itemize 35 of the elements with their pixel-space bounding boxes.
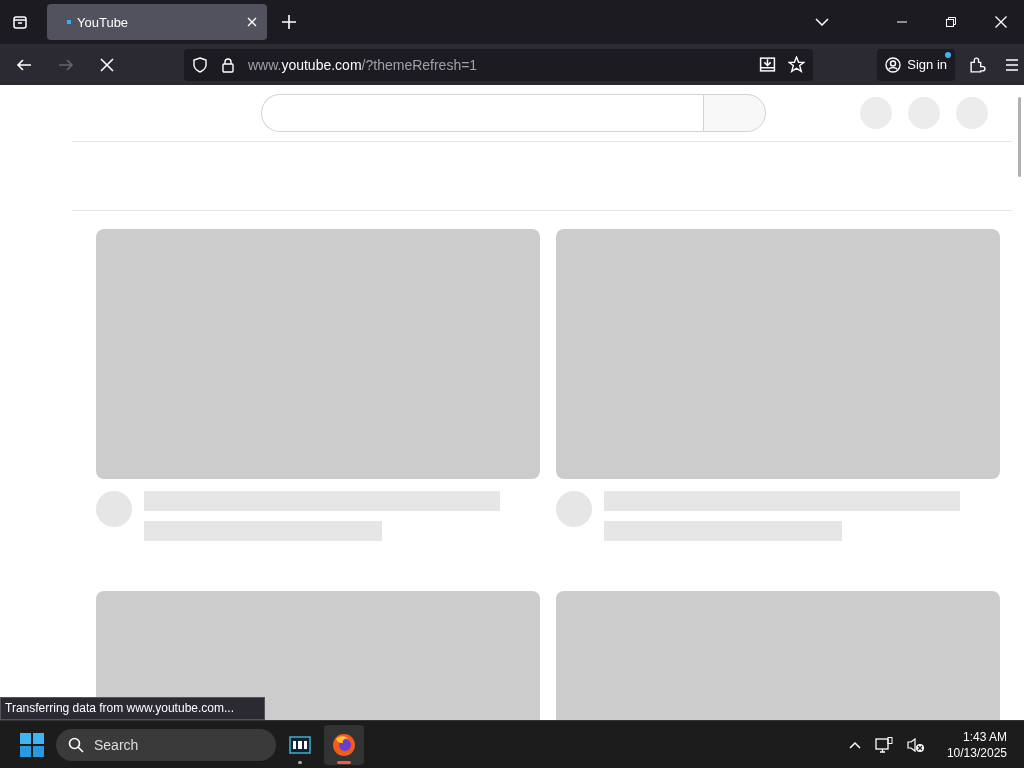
clock-date[interactable]: 10/13/2025 [946,745,1007,760]
chevron-up-icon[interactable] [848,740,861,749]
start-icon[interactable] [20,732,44,757]
sign-in-button[interactable]: Sign in [877,48,956,81]
browser-icon [332,732,356,757]
shield-icon[interactable] [191,56,208,73]
download-icon[interactable] [759,56,777,73]
puzzle-piece-icon[interactable] [969,56,986,73]
network-icon[interactable] [874,736,893,753]
tab-list-icon[interactable] [12,14,28,30]
stop-icon[interactable] [99,57,114,72]
search-icon [68,736,84,753]
account-icon [885,56,902,73]
restore-icon[interactable] [946,17,956,27]
close-icon[interactable] [995,16,1007,28]
lock-icon[interactable] [219,56,236,73]
close-icon[interactable] [247,17,257,27]
taskbar-search-field[interactable]: Search [56,728,276,761]
avatar-placeholder [556,491,592,527]
new-tab-icon[interactable] [282,15,296,29]
browser-tab[interactable]: YouTube [47,4,267,40]
address-bar[interactable]: www.youtube.com/?themeRefresh=1 [183,48,814,81]
scrollbar-thumb[interactable] [1018,97,1021,177]
film-icon [289,735,311,754]
taskbar-app[interactable] [324,724,364,765]
muted-speaker-icon[interactable] [906,736,925,753]
chevron-down-icon[interactable] [815,18,829,26]
menu-icon[interactable] [1004,56,1020,73]
avatar-placeholder [96,491,132,527]
status-tooltip: Transferring data from www.youtube.com... [0,697,265,720]
tab-title: YouTube [77,14,130,30]
url-text: www.youtube.com/?themeRefresh=1 [247,56,478,73]
clock-time[interactable]: 1:43 AM [962,729,1007,744]
star-icon[interactable] [788,56,806,73]
search-button-placeholder [703,94,766,132]
